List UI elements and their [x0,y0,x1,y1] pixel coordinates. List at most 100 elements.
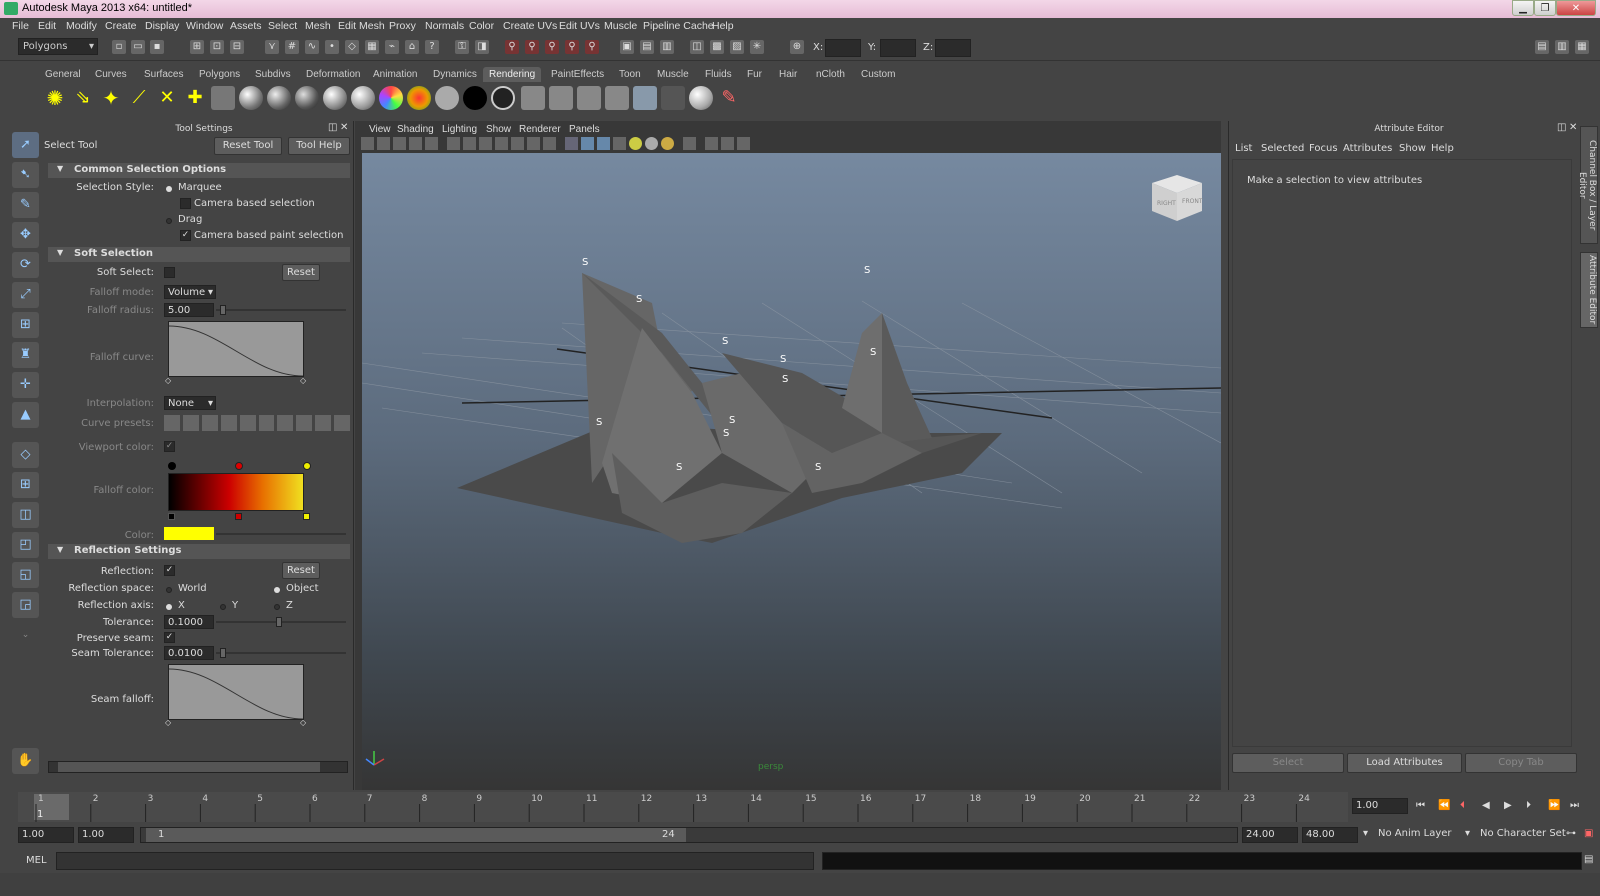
grid-icon[interactable] [447,137,460,150]
move-tool-icon[interactable]: ✥ [12,222,39,248]
reflection-reset-button[interactable]: Reset [282,562,320,579]
select-tool-icon[interactable]: ➚ [12,132,39,158]
time-slider[interactable]: 1 2 3 4 5 6 7 8 9 10 11 12 13 14 15 16 17 18 19 20 21 22 23 24 … [18,792,1596,822]
color-stop-handle[interactable] [235,513,242,520]
ae-menu-help[interactable]: Help [1431,143,1454,154]
layered-shader-icon[interactable] [407,86,431,110]
blinn-sphere-icon[interactable] [239,86,263,110]
animation-prefs-icon[interactable]: ▣ [1584,828,1593,839]
filter-icon[interactable]: ⋎ [265,40,279,54]
snap-plane-icon[interactable]: ◇ [345,40,359,54]
shelf-tab-surfaces[interactable]: Surfaces [138,67,189,82]
menu-help[interactable]: Help [712,20,734,32]
viewport-menu-show[interactable]: Show [486,124,511,135]
cluster-marker[interactable]: S [722,336,728,347]
menu-create-uvs[interactable]: Create UVs [503,20,557,32]
menu-file[interactable]: File [12,20,29,32]
cluster-marker[interactable]: S [636,294,642,305]
axis-y-radio[interactable] [220,604,226,610]
chevron-down-icon[interactable]: ▾ [1363,828,1368,839]
persp-outliner-layout-icon[interactable]: ◫ [12,502,39,528]
ae-menu-show[interactable]: Show [1399,143,1426,154]
slider-handle[interactable] [220,305,226,315]
ae-copy-tab-button[interactable]: Copy Tab [1465,753,1577,773]
lock-camera-icon[interactable] [377,137,390,150]
menu-modify[interactable]: Modify [66,20,97,32]
snap-curve-icon[interactable]: ∿ [305,40,319,54]
ae-load-attributes-button[interactable]: Load Attributes [1347,753,1462,773]
four-view-layout-icon[interactable]: ⊞ [12,472,39,498]
step-back-icon[interactable]: ⏪ [1438,800,1450,811]
marquee-radio[interactable] [166,186,172,192]
xray-icon[interactable] [683,137,696,150]
shelf-tab-muscle[interactable]: Muscle [651,67,695,82]
shelf-tab-painteffects[interactable]: PaintEffects [545,67,610,82]
playback-start-field[interactable]: 1.00 [78,827,134,843]
falloff-radius-field[interactable]: 5.00 [164,303,214,317]
paint-ops-icon[interactable]: ⚲ [545,40,559,54]
new-scene-icon[interactable]: ▫ [112,40,126,54]
select-object-icon[interactable]: ⊡ [210,40,224,54]
persp-graph-layout-icon[interactable]: ◰ [12,532,39,558]
save-scene-icon[interactable]: ▪ [150,40,164,54]
viewport-color-checkbox[interactable]: ✓ [164,441,175,452]
menu-window[interactable]: Window [186,20,223,32]
color-slider[interactable] [216,533,346,535]
cluster-marker[interactable]: S [729,415,735,426]
seam-tolerance-field[interactable]: 0.0100 [164,646,214,660]
seam-falloff-graph[interactable] [168,664,304,720]
falloff-mode-dropdown[interactable]: Volume ▾ [164,285,216,299]
area-light-icon[interactable]: ✕ [155,86,179,110]
curve-point-icon[interactable]: ◇ [165,718,171,727]
menu-edit-mesh[interactable]: Edit Mesh [338,20,385,32]
cluster-marker[interactable]: S [780,354,786,365]
show-manipulator-icon[interactable]: ✛ [12,372,39,398]
character-set-label[interactable]: No Character Set [1480,828,1566,839]
color-swatch[interactable] [164,527,214,540]
select-camera-icon[interactable] [361,137,374,150]
ipr-icon[interactable] [549,86,573,110]
render-current-icon[interactable] [521,86,545,110]
ae-select-button[interactable]: Select [1232,753,1344,773]
shelf-tab-subdivs[interactable]: Subdivs [249,67,297,82]
render-settings-icon[interactable]: ◫ [690,40,704,54]
menu-set-dropdown[interactable]: Polygons ▾ [18,38,98,55]
quick-layout-icon[interactable]: ✋ [12,748,39,774]
tool-help-button[interactable]: Tool Help [288,137,350,155]
bake-ops-icon[interactable]: ⚲ [565,40,579,54]
color-stop-handle[interactable] [168,513,175,520]
output-ops-icon[interactable]: ⚲ [525,40,539,54]
chevron-down-icon[interactable]: ▾ [1465,828,1470,839]
close-panel-icon[interactable]: ✕ [340,122,348,133]
phonge-sphere-icon[interactable] [323,86,347,110]
shelf-tab-curves[interactable]: Curves [89,67,133,82]
axis-x-radio[interactable] [166,604,172,610]
ambient-light-icon[interactable]: ✺ [43,86,67,110]
go-to-end-icon[interactable]: ⏭ [1570,800,1579,811]
camera-icon[interactable] [211,86,235,110]
paint-select-tool-icon[interactable]: ✎ [12,192,39,218]
float-panel-icon[interactable]: ◫ [1557,122,1566,133]
cluster-marker[interactable]: S [815,462,821,473]
manipulator-tool-icon[interactable]: ⊞ [12,312,39,338]
curve-preset-button[interactable] [182,415,199,431]
shelf-tab-fluids[interactable]: Fluids [699,67,738,82]
wireframe-on-shaded-icon[interactable] [597,137,610,150]
menu-edit[interactable]: Edit [38,20,56,32]
hypershade-layout-icon[interactable]: ◱ [12,562,39,588]
play-backwards-icon[interactable]: ◀ [1482,800,1490,811]
shelf-tab-custom[interactable]: Custom [855,67,901,82]
axis-z-radio[interactable] [274,604,280,610]
soft-selection-header[interactable]: ▼ Soft Selection [48,247,350,262]
cluster-marker[interactable]: S [596,417,602,428]
curve-point-icon[interactable]: ◇ [165,376,171,385]
snap-point-icon[interactable]: • [325,40,339,54]
anisotropic-sphere-icon[interactable] [351,86,375,110]
viewport-menu-panels[interactable]: Panels [569,124,600,135]
soft-mod-tool-icon[interactable]: ♜ [12,342,39,368]
color-stop-marker[interactable] [235,462,243,470]
directional-light-icon[interactable]: ⇘ [71,86,95,110]
ramp-shader-icon[interactable] [379,86,403,110]
ae-menu-focus[interactable]: Focus [1309,143,1338,154]
curve-point-icon[interactable]: ◇ [300,376,306,385]
